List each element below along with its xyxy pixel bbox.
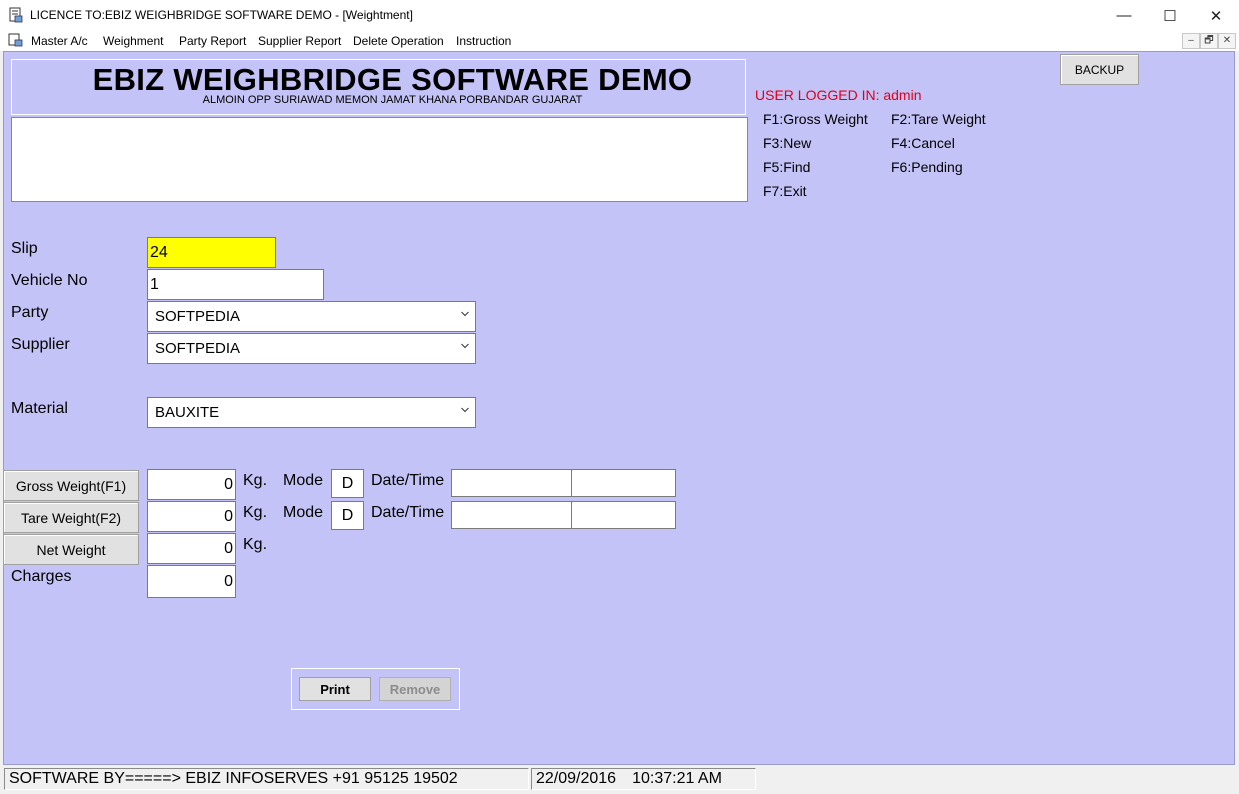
menu-supplier-report[interactable]: Supplier Report <box>258 34 341 48</box>
status-time: 10:37:21 AM <box>632 770 722 787</box>
tare-weight-unit: Kg. <box>243 504 268 521</box>
menu-instruction[interactable]: Instruction <box>456 34 511 48</box>
menu-weighment[interactable]: Weighment <box>103 34 163 48</box>
fkey-new: F3:New <box>763 135 812 151</box>
status-software-by: SOFTWARE BY=====> EBIZ INFOSERVES +91 95… <box>4 768 529 790</box>
backup-button[interactable]: BACKUP <box>1060 54 1139 85</box>
charges-label: Charges <box>11 568 72 585</box>
tare-mode-label: Mode <box>283 504 324 521</box>
supplier-label: Supplier <box>11 336 70 353</box>
fkey-gross-weight: F1:Gross Weight <box>763 111 868 127</box>
gross-mode-label: Mode <box>283 472 324 489</box>
window-title: LICENCE TO:EBIZ WEIGHBRIDGE SOFTWARE DEM… <box>30 8 413 22</box>
menu-party-report[interactable]: Party Report <box>179 34 246 48</box>
company-address: ALMOIN OPP SURIAWAD MEMON JAMAT KHANA PO… <box>202 94 583 106</box>
material-select-value: BAUXITE <box>155 404 220 421</box>
gross-time-input[interactable] <box>571 469 676 497</box>
gross-weight-unit: Kg. <box>243 472 268 489</box>
gross-date-input[interactable] <box>451 469 572 497</box>
user-logged-in: USER LOGGED IN: admin <box>755 87 922 103</box>
tare-date-input[interactable] <box>451 501 572 529</box>
menu-delete-operation[interactable]: Delete Operation <box>353 34 444 48</box>
fkey-tare-weight: F2:Tare Weight <box>891 111 986 127</box>
gross-mode-input[interactable]: D <box>331 469 364 498</box>
vehicle-no-label: Vehicle No <box>11 272 88 289</box>
fkey-pending: F6:Pending <box>891 159 963 175</box>
status-datetime: 22/09/2016 10:37:21 AM <box>531 768 756 790</box>
net-weight-button[interactable]: Net Weight <box>3 534 139 565</box>
chevron-down-icon <box>461 407 469 413</box>
fkey-cancel: F4:Cancel <box>891 135 955 151</box>
mdi-restore-button[interactable]: 🗗 <box>1200 33 1218 49</box>
menu-master-ac[interactable]: Master A/c <box>31 34 88 48</box>
close-button[interactable]: ✕ <box>1193 0 1239 31</box>
notes-box[interactable] <box>11 117 748 202</box>
chevron-down-icon <box>461 311 469 317</box>
gross-weight-button[interactable]: Gross Weight(F1) <box>3 470 139 501</box>
material-label: Material <box>11 400 68 417</box>
chevron-down-icon <box>461 343 469 349</box>
party-select-value: SOFTPEDIA <box>155 308 241 325</box>
tare-weight-button[interactable]: Tare Weight(F2) <box>3 502 139 533</box>
app-icon[interactable] <box>8 7 24 23</box>
vehicle-no-input[interactable]: 1 <box>147 269 324 300</box>
party-label: Party <box>11 304 49 321</box>
minimize-button[interactable]: — <box>1101 0 1147 31</box>
tare-mode-input[interactable]: D <box>331 501 364 530</box>
remove-button[interactable]: Remove <box>379 677 451 701</box>
charges-input[interactable]: 0 <box>147 565 236 598</box>
supplier-select-value: SOFTPEDIA <box>155 340 241 357</box>
company-title: EBIZ WEIGHBRIDGE SOFTWARE DEMO <box>92 62 693 97</box>
material-select[interactable]: BAUXITE <box>147 397 476 428</box>
net-weight-input[interactable]: 0 <box>147 533 236 564</box>
mdi-child-icon[interactable] <box>8 33 24 47</box>
tare-datetime-label: Date/Time <box>371 504 445 521</box>
maximize-button[interactable]: ☐ <box>1147 0 1193 31</box>
mdi-close-button[interactable]: ✕ <box>1218 33 1236 49</box>
supplier-select[interactable]: SOFTPEDIA <box>147 333 476 364</box>
tare-weight-input[interactable]: 0 <box>147 501 236 532</box>
fkey-find: F5:Find <box>763 159 811 175</box>
gross-datetime-label: Date/Time <box>371 472 445 489</box>
tare-time-input[interactable] <box>571 501 676 529</box>
gross-weight-input[interactable]: 0 <box>147 469 236 500</box>
net-weight-unit: Kg. <box>243 536 268 553</box>
mdi-minimize-button[interactable]: – <box>1182 33 1200 49</box>
status-date: 22/09/2016 <box>536 770 617 787</box>
party-select[interactable]: SOFTPEDIA <box>147 301 476 332</box>
print-button[interactable]: Print <box>299 677 371 701</box>
slip-label: Slip <box>11 240 38 257</box>
fkey-exit: F7:Exit <box>763 183 807 199</box>
slip-input[interactable]: 24 <box>147 237 276 268</box>
